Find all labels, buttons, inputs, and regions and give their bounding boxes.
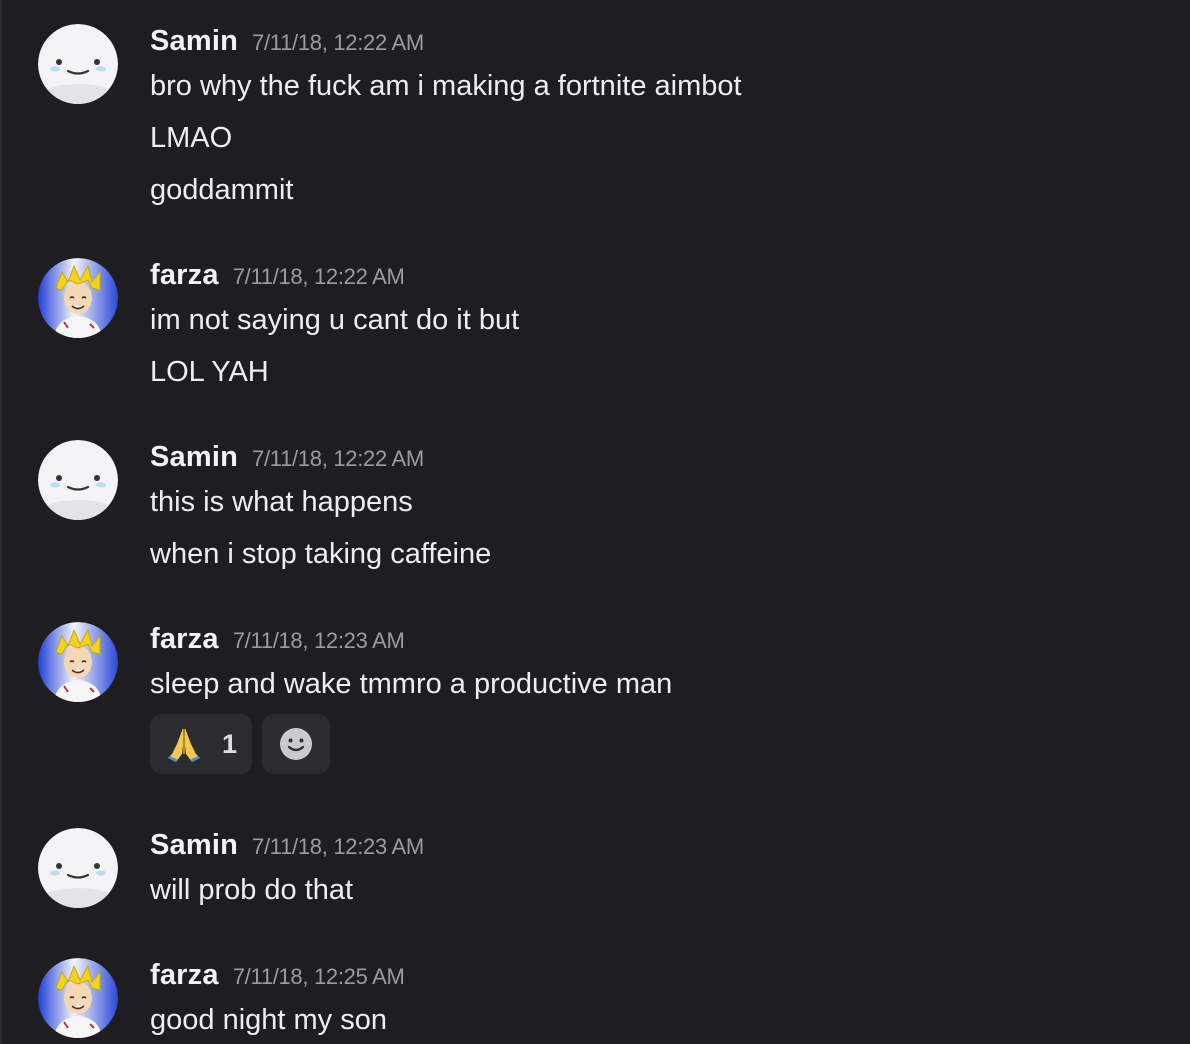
author-name[interactable]: Samin — [150, 25, 238, 57]
timestamp: 7/11/18, 12:25 AM — [232, 964, 405, 989]
message-text: when i stop taking caffeine — [150, 538, 492, 570]
message-header: Samin 7/11/18, 12:22 AM — [150, 440, 424, 474]
avatar[interactable] — [38, 828, 118, 908]
reactions-bar: 1 — [150, 714, 330, 774]
timestamp: 7/11/18, 12:23 AM — [232, 628, 405, 653]
author-name[interactable]: Samin — [150, 441, 238, 473]
folded-hands-icon — [168, 728, 200, 762]
message-text: will prob do that — [150, 874, 354, 906]
message-header: Samin 7/11/18, 12:22 AM — [150, 24, 424, 58]
avatar[interactable] — [38, 958, 118, 1038]
anime-character-avatar-icon — [38, 622, 118, 702]
timestamp: 7/11/18, 12:22 AM — [252, 446, 424, 471]
avatar[interactable] — [38, 258, 118, 338]
avatar[interactable] — [38, 440, 118, 520]
author-name[interactable]: Samin — [150, 829, 238, 861]
anime-character-avatar-icon — [38, 258, 118, 338]
message-header: farza 7/11/18, 12:23 AM — [150, 622, 405, 656]
message-text: this is what happens — [150, 486, 413, 518]
message-text: LOL YAH — [150, 356, 269, 388]
avatar[interactable] — [38, 622, 118, 702]
author-name[interactable]: farza — [150, 623, 219, 655]
message-text: LMAO — [150, 122, 233, 154]
message-header: Samin 7/11/18, 12:23 AM — [150, 828, 424, 862]
anime-character-avatar-icon — [38, 958, 118, 1038]
timestamp: 7/11/18, 12:22 AM — [252, 30, 424, 55]
message-header: farza 7/11/18, 12:25 AM — [150, 958, 405, 992]
message-text: good night my son — [150, 1004, 387, 1036]
blank-face-avatar-icon — [38, 828, 118, 908]
blank-face-avatar-icon — [38, 440, 118, 520]
avatar[interactable] — [38, 24, 118, 104]
message-text: sleep and wake tmmro a productive man — [150, 668, 673, 700]
timestamp: 7/11/18, 12:22 AM — [232, 264, 405, 289]
reaction-count: 1 — [222, 728, 238, 759]
author-name[interactable]: farza — [150, 259, 219, 291]
message-text: bro why the fuck am i making a fortnite … — [150, 70, 742, 102]
reaction-folded-hands[interactable]: 1 — [150, 714, 252, 774]
chat-message-list: Samin 7/11/18, 12:22 AM bro why the fuck … — [0, 0, 1190, 1044]
message-text: goddammit — [150, 174, 294, 206]
timestamp: 7/11/18, 12:23 AM — [252, 834, 424, 859]
blank-face-avatar-icon — [38, 24, 118, 104]
message-header: farza 7/11/18, 12:22 AM — [150, 258, 405, 292]
add-reaction-button[interactable] — [262, 714, 330, 774]
add-reaction-smiley-icon — [280, 728, 312, 760]
author-name[interactable]: farza — [150, 959, 219, 991]
message-text: im not saying u cant do it but — [150, 304, 520, 336]
